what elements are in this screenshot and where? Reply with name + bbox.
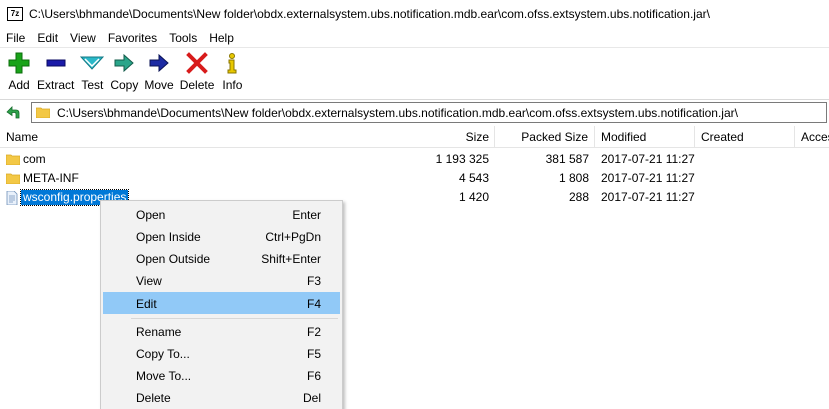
file-packed-size: 381 587 (545, 152, 589, 166)
menu-item-delete[interactable]: Delete Del (103, 387, 340, 409)
minus-icon (44, 52, 68, 74)
list-item[interactable]: com 1 193 325 381 587 2017-07-21 11:27 (0, 150, 829, 169)
address-bar: C:\Users\bhmande\Documents\New folder\ob… (0, 99, 829, 124)
menu-item-label: Open (136, 208, 166, 222)
title-bar: 7z C:\Users\bhmande\Documents\New folder… (0, 0, 829, 28)
info-icon (220, 52, 244, 74)
menu-item-view[interactable]: View F3 (103, 270, 340, 292)
menu-edit[interactable]: Edit (31, 28, 64, 48)
extract-button[interactable]: Extract (34, 49, 77, 95)
toolbar: Add Extract Test Copy Move Delete Info (0, 49, 829, 97)
info-button[interactable]: Info (217, 49, 247, 95)
file-modified: 2017-07-21 11:27 (601, 152, 695, 166)
menu-item-label: Open Inside (136, 230, 201, 244)
plus-icon (7, 52, 31, 74)
test-label: Test (81, 78, 104, 92)
delete-x-icon (185, 52, 209, 74)
test-button[interactable]: Test (77, 49, 107, 95)
folder-icon (36, 107, 50, 118)
file-size: 1 193 325 (435, 152, 489, 166)
menu-item-open-inside[interactable]: Open Inside Ctrl+PgDn (103, 226, 340, 248)
menu-item-label: Rename (136, 325, 182, 339)
list-header: Name Size Packed Size Modified Created A… (0, 126, 829, 148)
menu-item-label: Open Outside (136, 252, 211, 266)
delete-button[interactable]: Delete (177, 49, 218, 95)
menu-bar: File Edit View Favorites Tools Help (0, 28, 829, 48)
menu-item-shortcut: F6 (306, 369, 321, 383)
delete-label: Delete (179, 78, 215, 92)
info-label: Info (222, 78, 243, 92)
column-accessed[interactable]: Acces (795, 126, 829, 148)
menu-item-shortcut: Enter (292, 208, 321, 222)
menu-favorites[interactable]: Favorites (102, 28, 163, 48)
menu-item-label: Edit (136, 297, 157, 311)
up-arrow-icon (6, 106, 20, 119)
file-packed-size: 288 (568, 190, 589, 204)
column-modified[interactable]: Modified (595, 126, 695, 148)
menu-item-shortcut: F5 (306, 347, 321, 361)
menu-view[interactable]: View (64, 28, 102, 48)
menu-item-move-to[interactable]: Move To... F6 (103, 365, 340, 387)
column-created[interactable]: Created (695, 126, 795, 148)
menu-item-shortcut: F3 (306, 274, 321, 288)
menu-item-open[interactable]: Open Enter (103, 204, 340, 226)
menu-item-label: Move To... (136, 369, 192, 383)
menu-item-open-outside[interactable]: Open Outside Shift+Enter (103, 248, 340, 270)
list-item[interactable]: META-INF 4 543 1 808 2017-07-21 11:27 (0, 169, 829, 188)
menu-file[interactable]: File (0, 28, 31, 48)
menu-help[interactable]: Help (203, 28, 240, 48)
menu-item-label: View (136, 274, 162, 288)
menu-item-label: Delete (136, 391, 171, 405)
file-modified: 2017-07-21 11:27 (601, 171, 695, 185)
path-input[interactable]: C:\Users\bhmande\Documents\New folder\ob… (31, 102, 827, 123)
menu-separator (131, 318, 338, 319)
file-packed-size: 1 808 (558, 171, 589, 185)
menu-item-rename[interactable]: Rename F2 (103, 321, 340, 343)
window-title: C:\Users\bhmande\Documents\New folder\ob… (29, 7, 710, 21)
menu-item-shortcut: Ctrl+PgDn (265, 230, 321, 244)
context-menu: Open Enter Open Inside Ctrl+PgDn Open Ou… (100, 200, 343, 409)
column-size[interactable]: Size (0, 126, 495, 148)
menu-item-shortcut: Shift+Enter (261, 252, 321, 266)
menu-item-edit[interactable]: Edit F4 (103, 292, 340, 314)
menu-item-shortcut: F4 (306, 297, 321, 311)
move-button[interactable]: Move (141, 49, 176, 95)
move-arrow-icon (147, 52, 171, 74)
move-label: Move (144, 78, 174, 92)
copy-arrow-icon (112, 52, 136, 74)
menu-tools[interactable]: Tools (163, 28, 203, 48)
path-text: C:\Users\bhmande\Documents\New folder\ob… (57, 105, 738, 120)
file-modified: 2017-07-21 11:27 (601, 190, 695, 204)
add-label: Add (8, 78, 30, 92)
app-logo-icon: 7z (7, 7, 23, 21)
up-folder-button[interactable] (4, 103, 22, 121)
check-icon (80, 52, 105, 74)
add-button[interactable]: Add (4, 49, 34, 95)
menu-item-shortcut: Del (302, 391, 321, 405)
menu-item-label: Copy To... (136, 347, 190, 361)
copy-button[interactable]: Copy (107, 49, 141, 95)
file-size: 4 543 (458, 171, 489, 185)
copy-label: Copy (110, 78, 139, 92)
menu-item-shortcut: F2 (306, 325, 321, 339)
menu-item-copy-to[interactable]: Copy To... F5 (103, 343, 340, 365)
extract-label: Extract (37, 78, 75, 92)
column-packed-size[interactable]: Packed Size (495, 126, 595, 148)
